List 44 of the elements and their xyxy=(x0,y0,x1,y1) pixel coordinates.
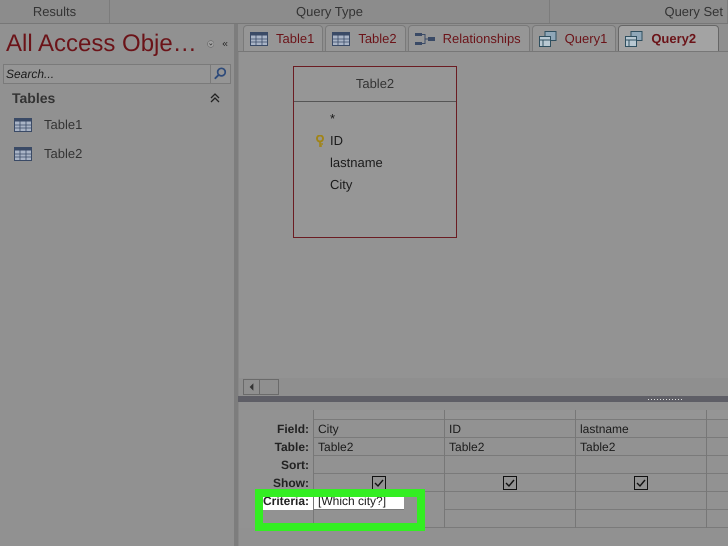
ribbon-group-label: Query Set xyxy=(664,2,723,21)
document-tab[interactable]: Relationships xyxy=(408,25,530,51)
field-name[interactable]: lastname xyxy=(330,153,383,173)
table-cell[interactable]: Table2 xyxy=(580,438,616,456)
table-cell[interactable]: Table2 xyxy=(449,438,484,456)
field-cell[interactable]: lastname xyxy=(580,420,629,438)
scrollbar[interactable] xyxy=(243,379,279,395)
table-cell[interactable]: Table2 xyxy=(318,438,354,456)
nav-item[interactable]: Table1 xyxy=(0,110,234,139)
document-tab[interactable]: Query2 xyxy=(618,25,720,51)
table-icon xyxy=(332,32,350,46)
field-name[interactable]: * xyxy=(330,109,336,129)
table-field-list[interactable]: Table2 * ID lastname City xyxy=(293,66,457,238)
table-icon xyxy=(250,32,268,46)
nav-item[interactable]: Table2 xyxy=(0,139,234,168)
row-label: Criteria: xyxy=(263,493,310,510)
ribbon-group-label: Results xyxy=(32,2,76,21)
table-title: Table2 xyxy=(356,75,394,94)
checked-checkbox[interactable] xyxy=(503,476,518,490)
relationships-icon xyxy=(414,32,435,46)
search-field[interactable]: Search... xyxy=(3,64,211,84)
document-tab[interactable]: Table2 xyxy=(325,25,406,51)
ribbon-group-label: Query Type xyxy=(296,2,363,21)
field-cell[interactable]: City xyxy=(318,420,339,438)
row-label: Field: xyxy=(277,421,310,438)
checked-checkbox[interactable] xyxy=(634,476,648,490)
query-icon xyxy=(625,30,644,46)
pane-title: All Access Obje… xyxy=(6,29,197,59)
field-cell[interactable]: ID xyxy=(449,420,462,438)
row-label: Table: xyxy=(274,439,310,456)
row-label: Sort: xyxy=(281,457,310,474)
document-tab[interactable]: Table1 xyxy=(243,25,324,51)
table-icon xyxy=(14,118,32,132)
document-tab[interactable]: Query1 xyxy=(532,25,616,51)
query-icon xyxy=(538,30,557,46)
field-name[interactable]: City xyxy=(330,175,352,195)
splitter-grip-icon[interactable] xyxy=(648,398,684,401)
table-icon xyxy=(14,146,32,160)
search-icon[interactable] xyxy=(211,64,231,84)
field-name[interactable]: ID xyxy=(330,131,343,151)
checked-checkbox[interactable] xyxy=(372,476,386,490)
section-header[interactable]: Tables xyxy=(12,88,56,108)
collapse-icon[interactable] xyxy=(210,93,220,103)
row-label: Show: xyxy=(273,475,310,492)
